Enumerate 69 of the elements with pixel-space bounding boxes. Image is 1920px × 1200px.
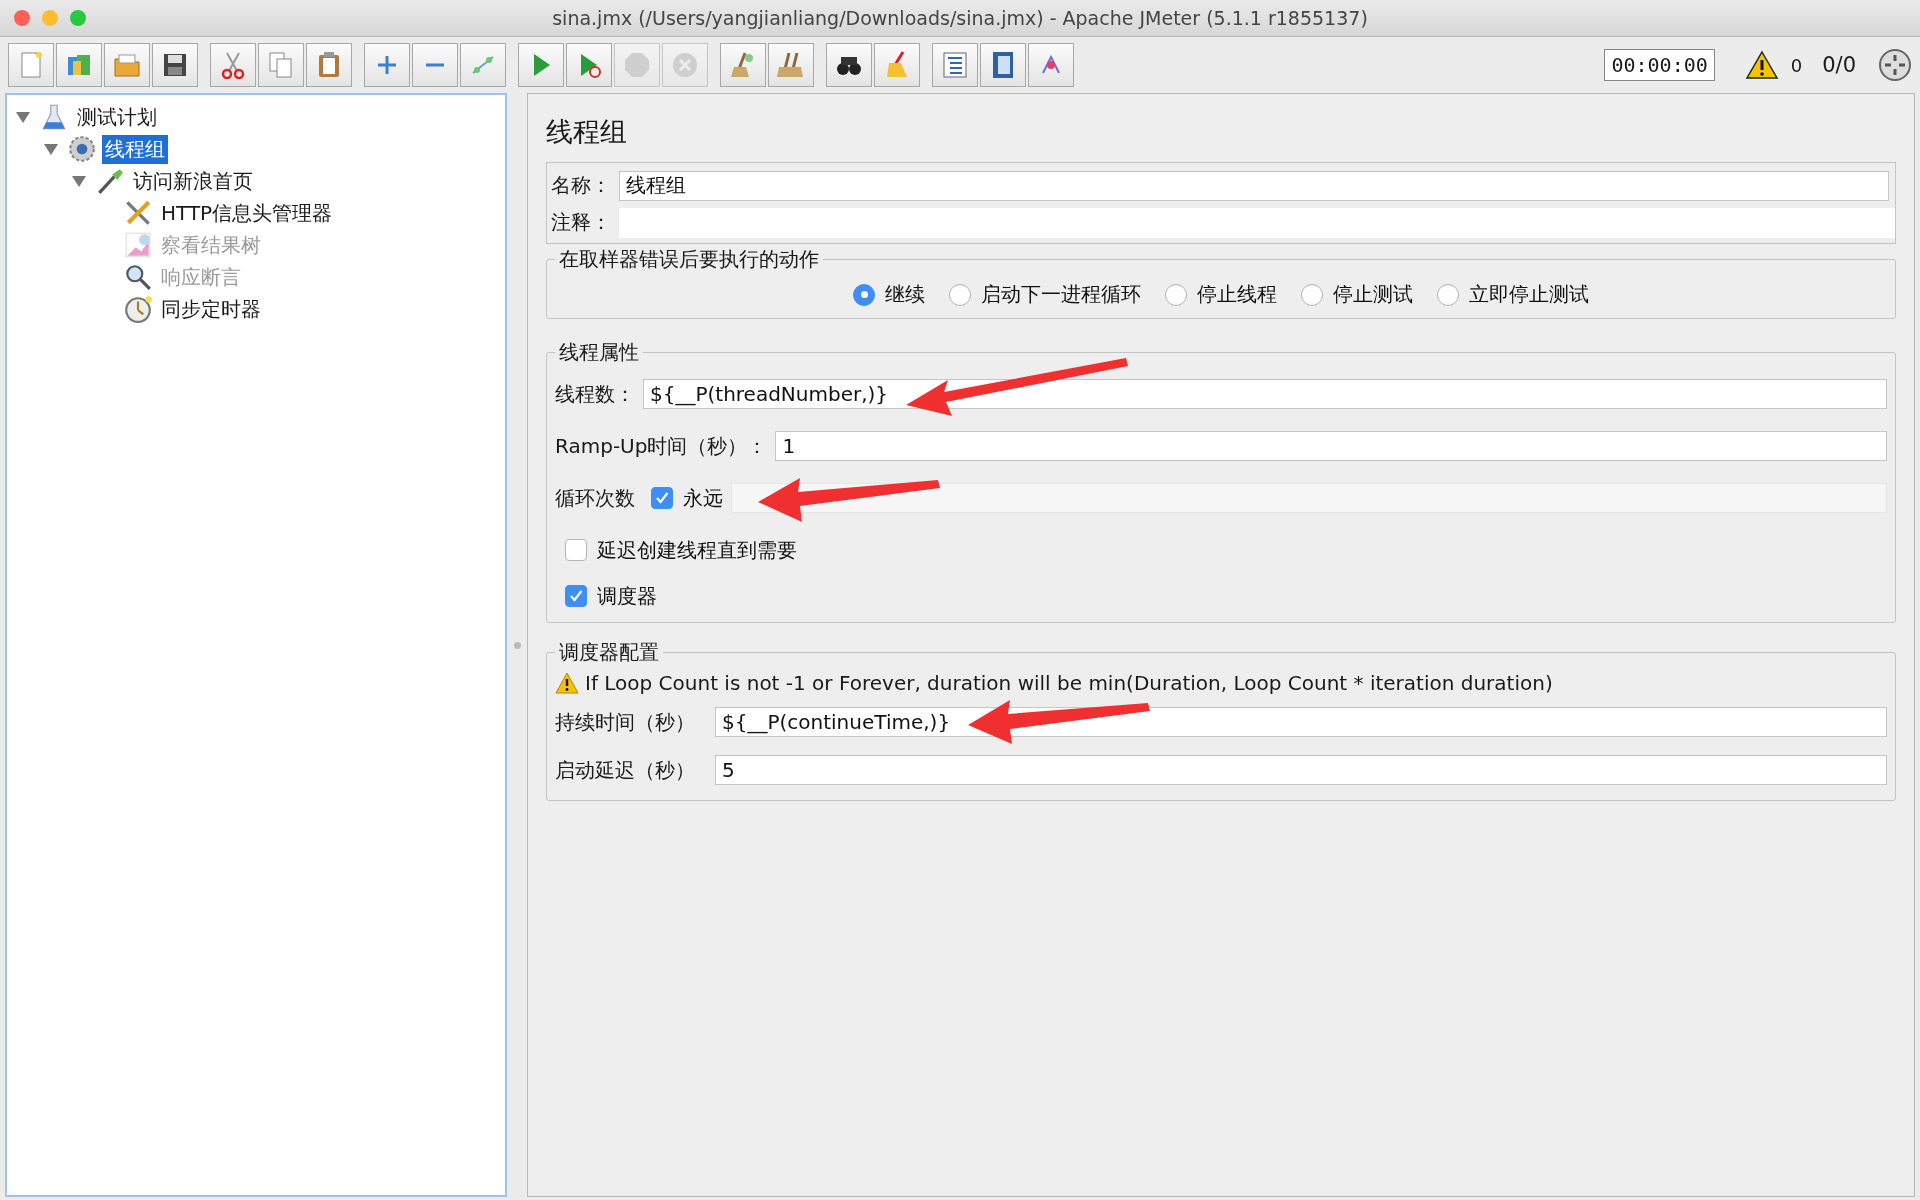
delay-thread-label: 延迟创建线程直到需要 — [597, 536, 797, 564]
scheduler-checkbox[interactable] — [565, 585, 587, 607]
startup-delay-label: 启动延迟（秒） — [555, 756, 695, 784]
logo-button[interactable] — [1028, 43, 1074, 87]
panel-title: 线程组 — [546, 115, 628, 149]
threadgroup-node-icon — [67, 134, 97, 164]
duration-label: 持续时间（秒） — [555, 708, 695, 736]
search-button[interactable] — [826, 43, 872, 87]
toggle-button[interactable] — [460, 43, 506, 87]
cut-button[interactable] — [210, 43, 256, 87]
radio-option[interactable]: 停止测试 — [1301, 281, 1413, 308]
threads-field[interactable]: ${__P(threadNumber,)} — [643, 379, 1887, 409]
scheduler-label: 调度器 — [597, 582, 657, 610]
tree-item[interactable]: 同步定时器 — [158, 294, 264, 324]
delay-thread-checkbox[interactable] — [565, 539, 587, 561]
split-handle[interactable] — [513, 641, 521, 649]
name-field[interactable]: 线程组 — [619, 170, 1889, 201]
zoom-button[interactable] — [70, 10, 86, 26]
checkmark-icon — [656, 492, 669, 504]
group-legend: 线程属性 — [555, 339, 643, 366]
group-legend: 在取样器错误后要执行的动作 — [555, 246, 823, 273]
tree-item[interactable]: 测试计划 — [74, 102, 160, 132]
name-label: 名称： — [551, 172, 611, 199]
templates-button[interactable] — [56, 43, 102, 87]
elapsed-timer: 00:00:00 — [1604, 49, 1715, 81]
checkmark-icon — [570, 590, 583, 602]
duration-field[interactable]: ${__P(continueTime,)} — [715, 707, 1887, 737]
forever-checkbox[interactable] — [651, 487, 673, 509]
ramp-up-label: Ramp-Up时间（秒）： — [555, 432, 768, 460]
expand-button[interactable] — [364, 43, 410, 87]
threads-label: 线程数： — [555, 380, 635, 408]
forever-label: 永远 — [683, 484, 723, 512]
clear-button[interactable] — [720, 43, 766, 87]
radio-option[interactable]: 继续 — [853, 281, 925, 308]
radio-option[interactable]: 立即停止测试 — [1437, 281, 1589, 308]
collapse-button[interactable] — [412, 43, 458, 87]
radio-option[interactable]: 启动下一进程循环 — [949, 281, 1141, 308]
save-button[interactable] — [152, 43, 198, 87]
listener-node-icon — [123, 230, 153, 260]
warning-text: If Loop Count is not -1 or Forever, duration will be min(Duration, Loop Count * iteration duration) — [585, 671, 1553, 695]
close-button[interactable] — [14, 10, 30, 26]
start-button[interactable] — [518, 43, 564, 87]
radio-option[interactable]: 停止线程 — [1165, 281, 1277, 308]
window-title: sina.jmx (/Users/yangjianliang/Downloads/sina.jmx) - Apache JMeter (5.1.1 r1855137) — [552, 7, 1368, 29]
comment-label: 注释： — [551, 209, 611, 236]
paste-button[interactable] — [306, 43, 352, 87]
start-no-pause-button[interactable] — [566, 43, 612, 87]
assertion-node-icon — [123, 262, 153, 292]
sampler-node-icon — [95, 166, 125, 196]
clear-all-button[interactable] — [768, 43, 814, 87]
loop-count-label: 循环次数 — [555, 484, 635, 512]
copy-button[interactable] — [258, 43, 304, 87]
functions-button[interactable] — [932, 43, 978, 87]
warning-icon[interactable] — [1744, 50, 1779, 80]
warning-icon — [555, 672, 579, 694]
minus-icon — [425, 62, 445, 68]
tree-item[interactable]: 线程组 — [102, 134, 168, 164]
warning-count: 0 — [1790, 54, 1803, 76]
comment-field[interactable] — [619, 207, 1895, 238]
timer-node-icon — [123, 294, 153, 324]
help-button[interactable] — [980, 43, 1026, 87]
new-button[interactable] — [8, 43, 54, 87]
ramp-up-field[interactable]: 1 — [775, 431, 1887, 461]
tree-item[interactable]: HTTP信息头管理器 — [158, 198, 336, 228]
group-legend: 调度器配置 — [555, 639, 663, 666]
startup-delay-field[interactable]: 5 — [715, 755, 1887, 785]
tree-item[interactable]: 访问新浪首页 — [130, 166, 256, 196]
thread-count: 0/0 — [1822, 53, 1856, 77]
config-node-icon — [123, 198, 153, 228]
